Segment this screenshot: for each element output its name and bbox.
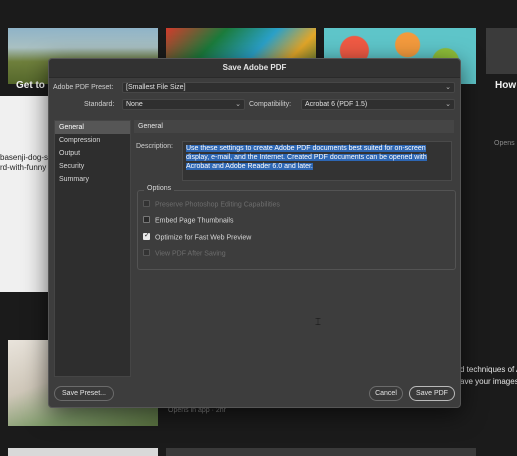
standard-value: None xyxy=(126,101,143,108)
tutorial-text: d techniques of A xyxy=(460,365,517,374)
compatibility-label: Compatibility: xyxy=(249,101,292,108)
thumbnail-right[interactable] xyxy=(486,28,517,74)
option-embed-thumbnails[interactable]: Embed Page Thumbnails xyxy=(143,216,234,225)
option-label: View PDF After Saving xyxy=(155,250,226,258)
settings-sidebar: General Compression Output Security Summ… xyxy=(54,120,131,377)
thumbnail-bottom-2 xyxy=(166,448,476,456)
opens-in-app: Opens in app · 2hr xyxy=(168,407,226,414)
tutorial-text: ave your images, xyxy=(460,377,517,386)
save-adobe-pdf-dialog: Save Adobe PDF Adobe PDF Preset: [Smalle… xyxy=(48,58,461,408)
sidebar-item-security[interactable]: Security xyxy=(55,160,130,173)
save-pdf-button[interactable]: Save PDF xyxy=(409,386,455,401)
option-preserve-editing[interactable]: Preserve Photoshop Editing Capabilities xyxy=(143,200,280,209)
chevron-down-icon: ⌄ xyxy=(235,101,241,108)
checkbox[interactable] xyxy=(143,200,150,207)
description-text: Use these settings to create Adobe PDF d… xyxy=(186,145,427,170)
option-fast-web-preview[interactable]: Optimize for Fast Web Preview xyxy=(143,231,252,242)
chevron-down-icon: ⌄ xyxy=(445,101,451,108)
preset-value: [Smallest File Size] xyxy=(126,84,186,91)
option-label: Preserve Photoshop Editing Capabilities xyxy=(155,201,280,209)
save-preset-button[interactable]: Save Preset... xyxy=(54,386,114,401)
card-caption-right: How t xyxy=(495,80,517,91)
dialog-title: Save Adobe PDF xyxy=(49,59,460,78)
mouse-cursor-icon: ⌶ xyxy=(315,317,321,328)
panel-title: General xyxy=(134,120,454,133)
file-name: rd-with-funny xyxy=(0,163,47,172)
thumbnail-dog[interactable] xyxy=(0,96,48,292)
chevron-down-icon: ⌄ xyxy=(445,84,451,91)
standard-label: Standard: xyxy=(84,101,115,108)
option-label: Embed Page Thumbnails xyxy=(155,217,234,225)
option-view-pdf[interactable]: View PDF After Saving xyxy=(143,249,226,258)
option-label: Optimize for Fast Web Preview xyxy=(155,234,252,242)
compatibility-value: Acrobat 6 (PDF 1.5) xyxy=(305,101,368,108)
checkbox[interactable] xyxy=(143,249,150,256)
options-title: Options xyxy=(144,185,175,192)
checkbox[interactable] xyxy=(143,216,150,223)
thumbnail-bottom[interactable] xyxy=(8,448,158,456)
description-field[interactable]: Use these settings to create Adobe PDF d… xyxy=(182,141,452,181)
checkbox-checked[interactable] xyxy=(143,231,150,240)
preset-select[interactable]: [Smallest File Size] ⌄ xyxy=(122,82,455,93)
compatibility-select[interactable]: Acrobat 6 (PDF 1.5) ⌄ xyxy=(301,99,455,110)
sidebar-item-output[interactable]: Output xyxy=(55,147,130,160)
opens-text: Opens xyxy=(494,140,515,147)
preset-label: Adobe PDF Preset: xyxy=(53,84,114,91)
sidebar-item-compression[interactable]: Compression xyxy=(55,134,130,147)
standard-select[interactable]: None ⌄ xyxy=(122,99,245,110)
sidebar-item-summary[interactable]: Summary xyxy=(55,173,130,186)
cancel-button[interactable]: Cancel xyxy=(369,386,403,401)
sidebar-item-general[interactable]: General xyxy=(55,121,130,134)
description-label: Description: xyxy=(136,143,173,150)
